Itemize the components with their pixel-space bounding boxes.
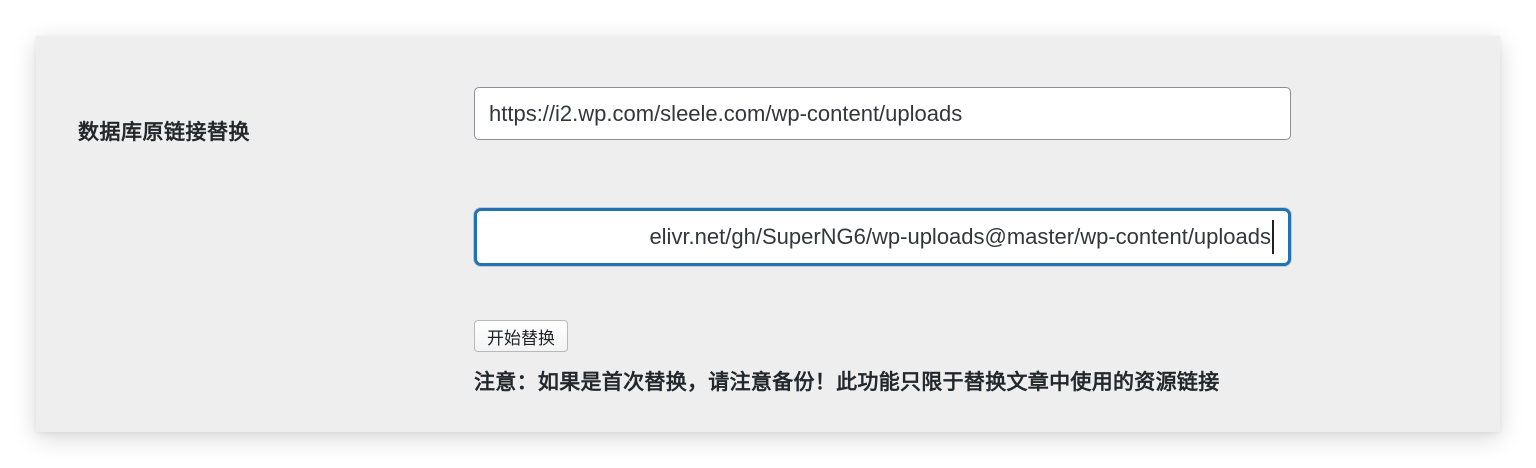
target-url-input[interactable]: elivr.net/gh/SuperNG6/wp-uploads@master/…: [474, 208, 1291, 266]
settings-panel: 数据库原链接替换 https://i2.wp.com/sleele.com/wp…: [36, 36, 1500, 432]
notice-text: 注意：如果是首次替换，请注意备份！此功能只限于替换文章中使用的资源链接: [474, 370, 1220, 394]
start-replace-button[interactable]: 开始替换: [474, 320, 568, 352]
source-url-input[interactable]: https://i2.wp.com/sleele.com/wp-content/…: [474, 87, 1291, 140]
source-url-value: https://i2.wp.com/sleele.com/wp-content/…: [489, 100, 963, 126]
target-url-value: elivr.net/gh/SuperNG6/wp-uploads@master/…: [649, 224, 1271, 249]
replace-links-label: 数据库原链接替换: [78, 120, 250, 144]
text-caret: [1272, 220, 1274, 254]
